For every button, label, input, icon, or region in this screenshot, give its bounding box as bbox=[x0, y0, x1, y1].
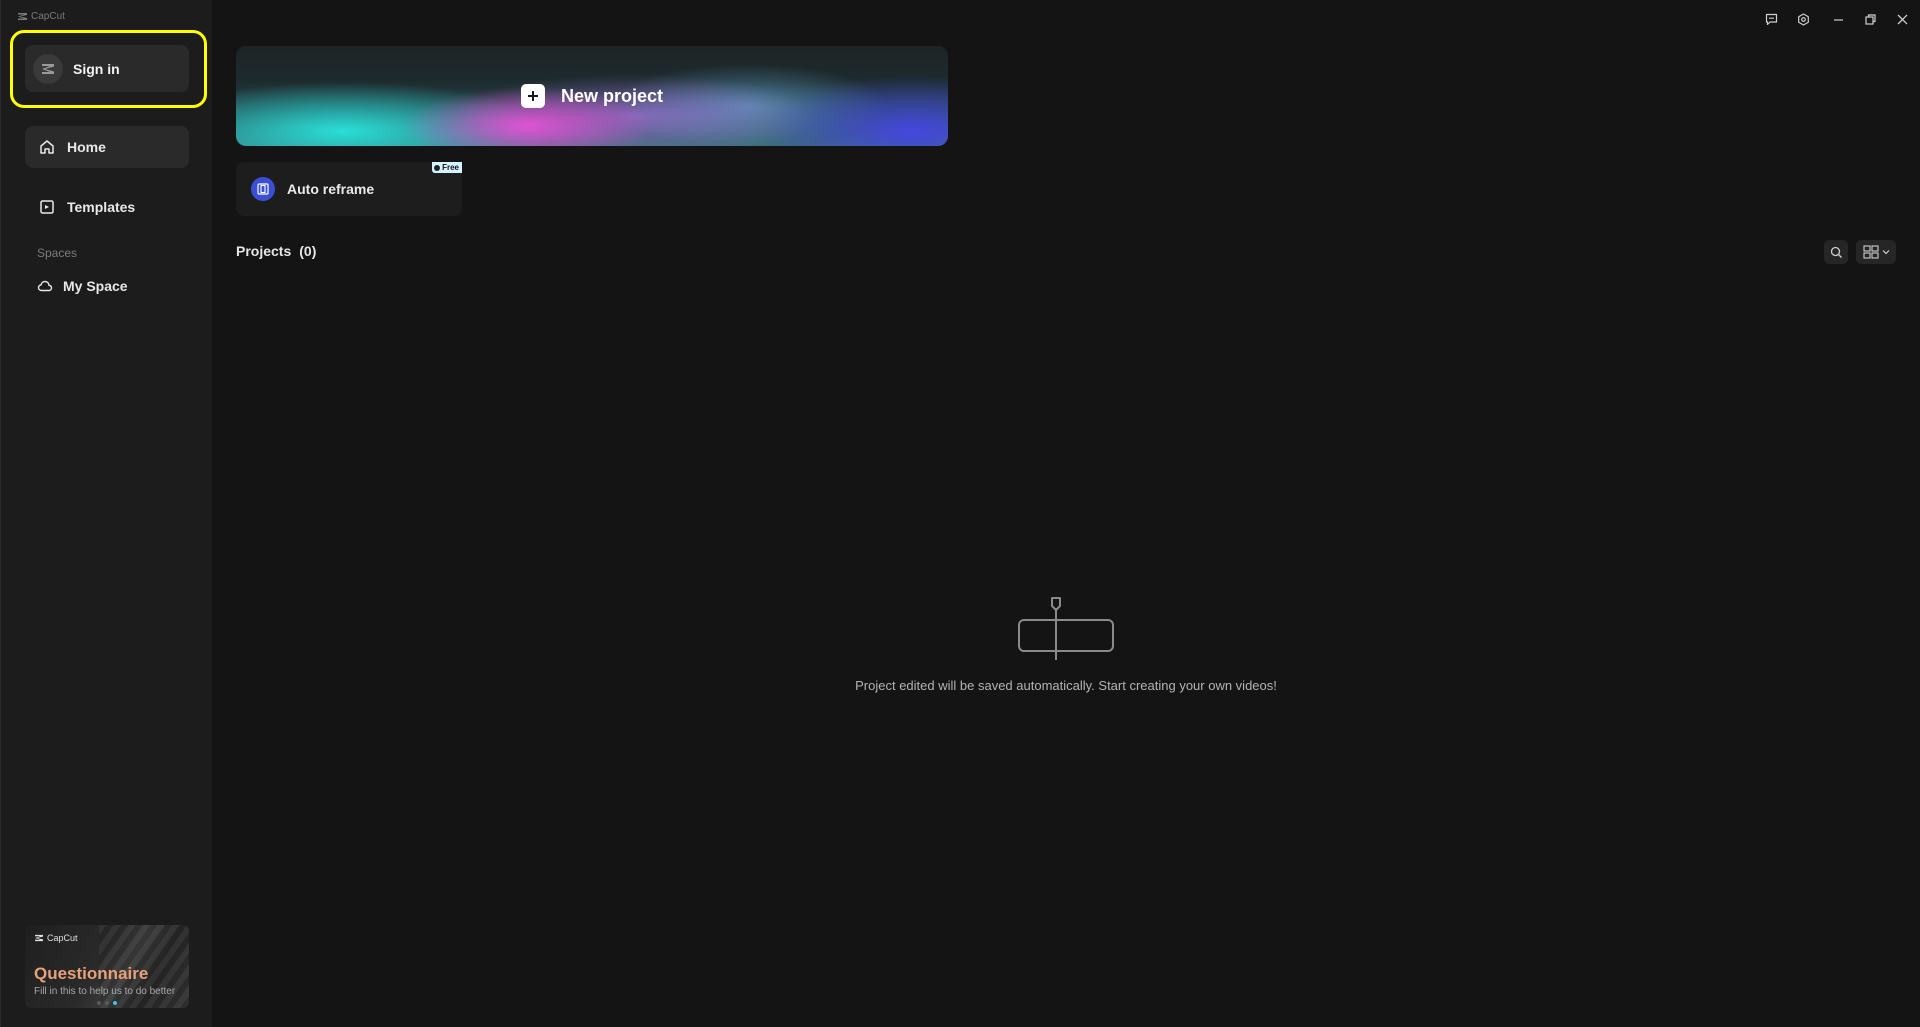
minimize-icon bbox=[1833, 18, 1843, 21]
avatar bbox=[33, 53, 63, 84]
questionnaire-title: Questionnaire bbox=[34, 964, 149, 983]
banner-logo: CapCut bbox=[34, 933, 78, 943]
search-button[interactable] bbox=[1824, 240, 1848, 264]
sidebar-item-my-space[interactable]: My Space bbox=[25, 265, 189, 307]
capcut-logo-icon bbox=[18, 13, 27, 20]
projects-title: Projects bbox=[236, 243, 292, 259]
carousel-dot-active[interactable] bbox=[113, 1001, 117, 1005]
reframe-icon bbox=[251, 177, 275, 201]
spaces-section-label: Spaces bbox=[37, 246, 78, 260]
sign-in-button[interactable]: Sign in bbox=[25, 45, 189, 92]
projects-count: (0) bbox=[299, 243, 317, 259]
sidebar-item-label: Home bbox=[67, 139, 106, 155]
home-icon bbox=[40, 140, 54, 154]
plus-icon bbox=[520, 84, 545, 108]
grid-view-icon bbox=[1862, 245, 1879, 259]
cloud-icon bbox=[37, 280, 53, 292]
search-icon bbox=[1830, 246, 1842, 258]
app-name: CapCut bbox=[31, 11, 65, 22]
new-project-label: New project bbox=[560, 85, 664, 106]
free-badge-label: Free bbox=[442, 163, 459, 172]
sidebar-item-label: Templates bbox=[67, 199, 136, 215]
empty-state-message: Project edited will be saved automatical… bbox=[855, 678, 1277, 693]
carousel-dot[interactable] bbox=[97, 1001, 101, 1005]
chevron-down-icon bbox=[1882, 250, 1889, 255]
feedback-button[interactable] bbox=[1760, 8, 1782, 30]
feedback-icon bbox=[1765, 13, 1777, 25]
sign-in-label: Sign in bbox=[73, 60, 120, 77]
banner-brand: CapCut bbox=[47, 933, 78, 943]
app-logo: CapCut bbox=[17, 11, 65, 22]
sidebar-item-home[interactable]: Home bbox=[25, 126, 189, 168]
minimize-button[interactable] bbox=[1827, 8, 1849, 30]
capcut-avatar-icon bbox=[42, 63, 54, 74]
view-toggle-button[interactable] bbox=[1856, 240, 1896, 264]
new-project-button[interactable]: New project bbox=[236, 46, 948, 146]
carousel-dot[interactable] bbox=[105, 1001, 109, 1005]
close-button[interactable] bbox=[1891, 8, 1913, 30]
free-badge: Free bbox=[432, 162, 462, 173]
settings-icon bbox=[1797, 12, 1809, 26]
projects-heading: Projects (0) bbox=[236, 243, 316, 259]
empty-timeline-illustration bbox=[1018, 597, 1114, 660]
settings-button[interactable] bbox=[1792, 8, 1814, 30]
templates-icon bbox=[40, 200, 54, 214]
auto-reframe-button[interactable]: Auto reframe Free bbox=[236, 162, 462, 216]
sidebar: CapCut Sign in Home Templates Spaces My … bbox=[0, 0, 212, 1027]
questionnaire-banner[interactable]: CapCut Questionnaire Fill in this to hel… bbox=[25, 925, 189, 1008]
restore-button[interactable] bbox=[1859, 8, 1881, 30]
carousel-dots bbox=[97, 1001, 117, 1005]
badge-dot-icon bbox=[434, 164, 441, 171]
sidebar-item-label: My Space bbox=[63, 278, 128, 294]
capcut-logo-icon bbox=[35, 934, 43, 942]
restore-icon bbox=[1864, 13, 1876, 25]
auto-reframe-label: Auto reframe bbox=[287, 181, 375, 197]
questionnaire-subtitle: Fill in this to help us to do better bbox=[34, 986, 176, 997]
sidebar-item-templates[interactable]: Templates bbox=[25, 186, 189, 228]
close-icon bbox=[1897, 14, 1907, 24]
